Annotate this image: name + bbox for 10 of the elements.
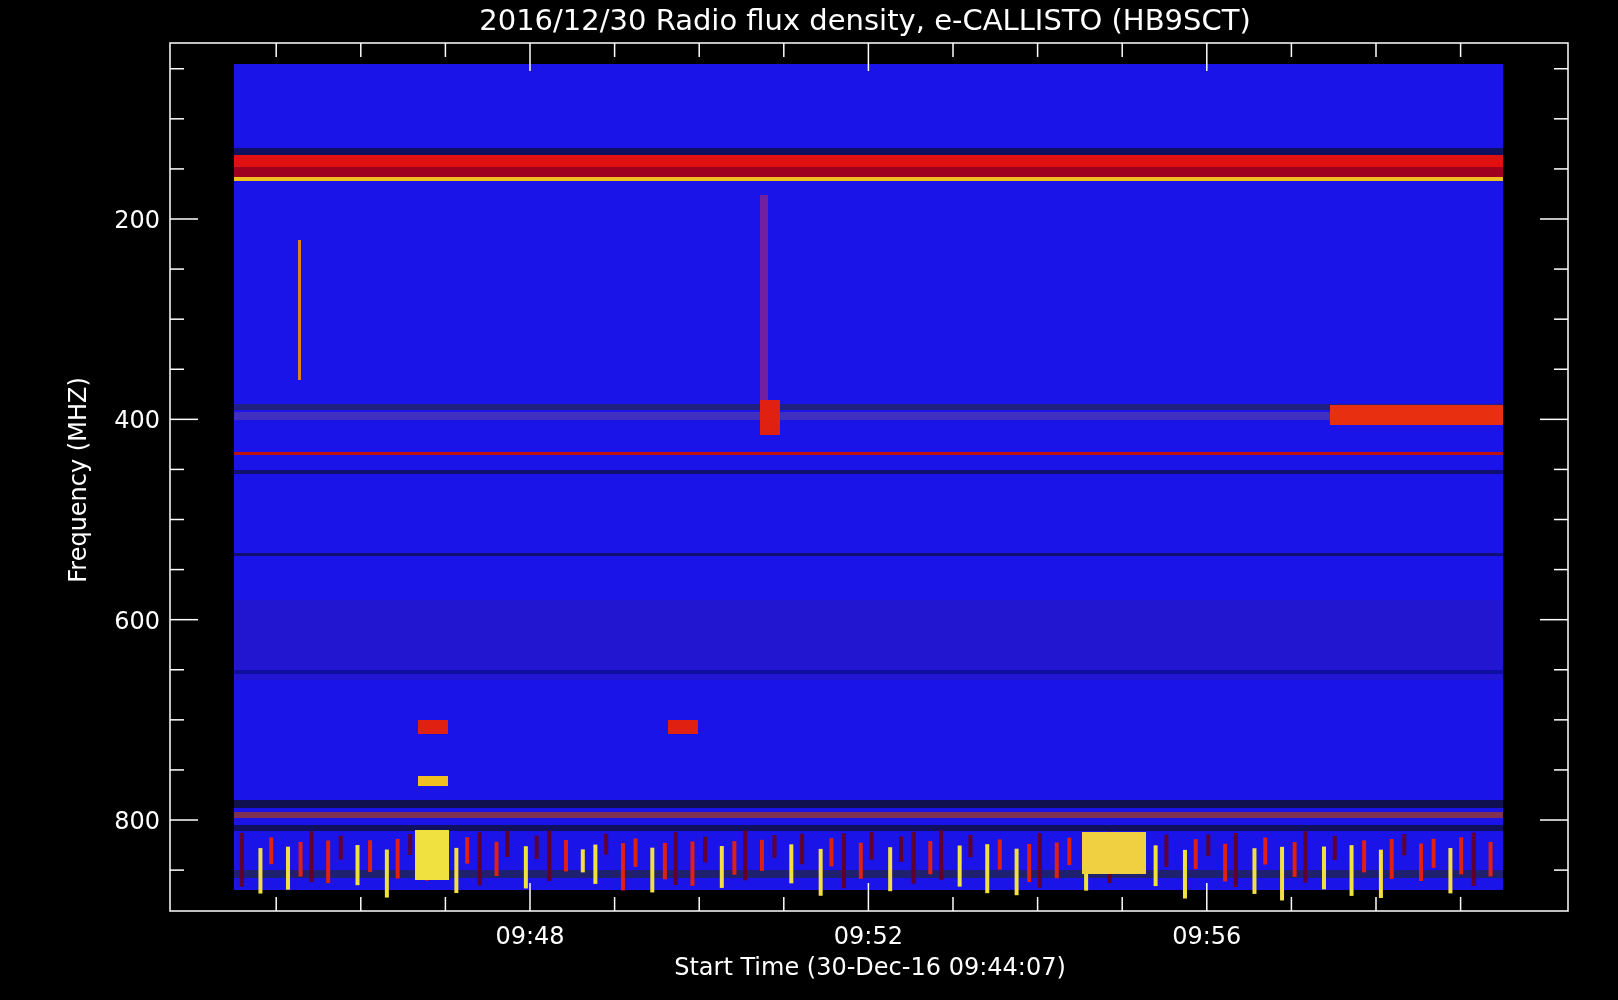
x-axis-label: Start Time (30-Dec-16 09:44:07) (674, 953, 1066, 981)
x-tick-label: 09:56 (1172, 922, 1242, 950)
x-tick-label: 09:52 (833, 922, 903, 950)
y-tick-label: 400 (114, 406, 160, 435)
chart-title: 2016/12/30 Radio flux density, e-CALLISTO (HB9SCT) (479, 3, 1251, 37)
y-axis-label: Frequency (MHZ) (64, 377, 92, 583)
y-tick-label: 800 (114, 807, 160, 835)
y-tick-label: 600 (114, 606, 160, 635)
x-tick-label: 09:48 (495, 922, 565, 950)
y-tick-label: 200 (114, 206, 160, 234)
